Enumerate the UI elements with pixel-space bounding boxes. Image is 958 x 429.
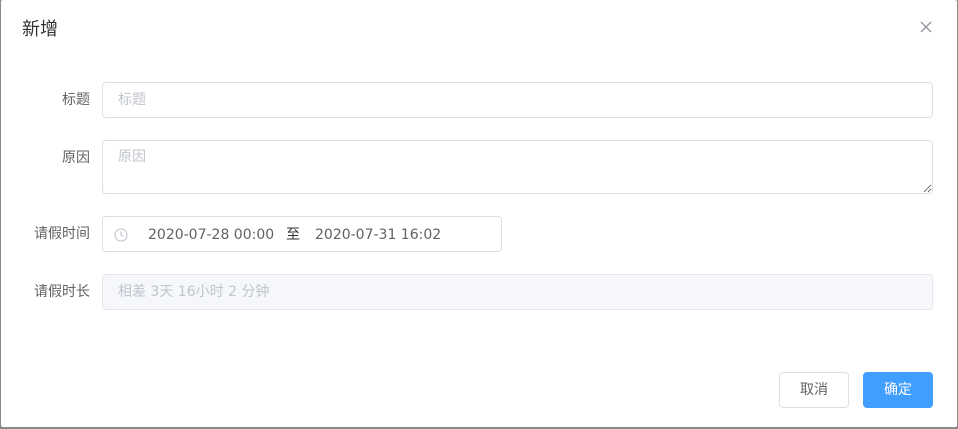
add-dialog: 新增 标题 原因 请假时间 2020-07-28 00:00 至 2020-07… (1, 0, 957, 427)
leave-start-time[interactable]: 2020-07-28 00:00 (148, 225, 274, 245)
reason-label: 原因 (62, 150, 90, 166)
dialog-title: 新增 (22, 19, 58, 40)
range-separator: 至 (286, 227, 300, 243)
leave-time-label: 请假时间 (34, 226, 90, 242)
clock-icon (114, 227, 128, 242)
leave-duration-label: 请假时长 (34, 284, 90, 300)
confirm-button[interactable]: 确定 (863, 372, 933, 408)
leave-time-range-picker[interactable]: 2020-07-28 00:00 至 2020-07-31 16:02 (102, 216, 502, 252)
reason-textarea[interactable] (102, 140, 933, 194)
cancel-button[interactable]: 取消 (779, 372, 849, 408)
leave-duration-input (102, 274, 933, 310)
close-icon[interactable] (918, 19, 934, 35)
title-label: 标题 (62, 92, 90, 108)
title-input[interactable] (102, 82, 933, 118)
leave-end-time[interactable]: 2020-07-31 16:02 (315, 225, 441, 245)
